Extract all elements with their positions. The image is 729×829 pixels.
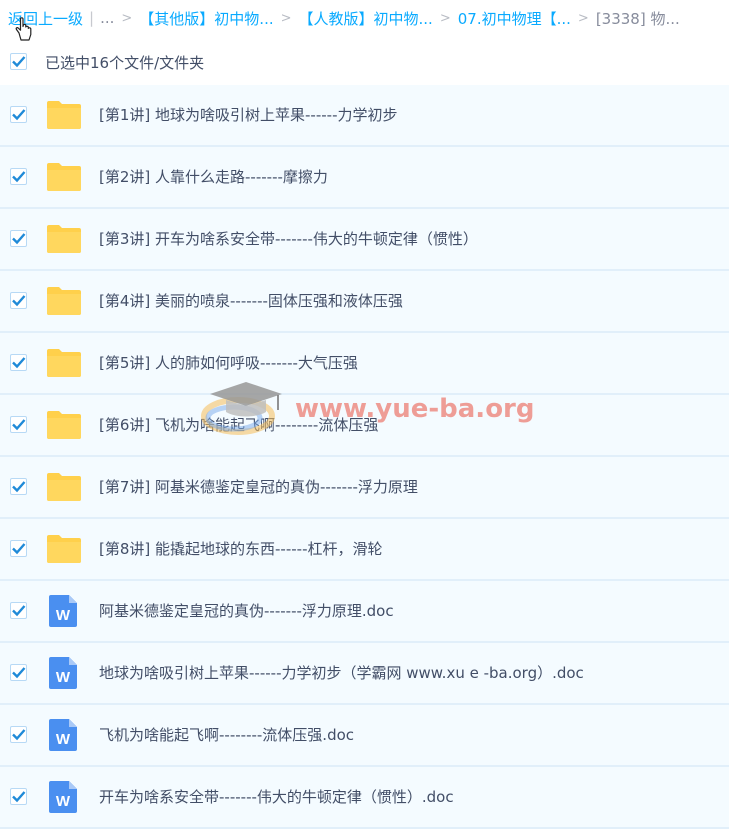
row-checkbox[interactable]	[10, 354, 27, 371]
folder-row[interactable]: [第7讲] 阿基米德鉴定皇冠的真伪-------浮力原理	[0, 457, 729, 519]
file-name[interactable]: [第5讲] 人的肺如何呼吸-------大气压强	[99, 333, 358, 393]
checkmark-icon	[12, 667, 26, 679]
row-checkbox[interactable]	[10, 168, 27, 185]
breadcrumb: 返回上一级 | ... > 【其他版】初中物... > 【人教版】初中物... …	[0, 0, 729, 36]
chevron-right-icon: >	[280, 10, 292, 26]
checkmark-icon	[12, 481, 26, 493]
select-all-bar: 已选中16个文件/文件夹	[0, 42, 729, 82]
chevron-right-icon: >	[121, 10, 133, 26]
row-checkbox[interactable]	[10, 540, 27, 557]
row-checkbox[interactable]	[10, 106, 27, 123]
row-checkbox[interactable]	[10, 788, 27, 805]
row-checkbox[interactable]	[10, 416, 27, 433]
doc-letter: W	[56, 607, 71, 624]
checkmark-icon	[12, 295, 26, 307]
file-name[interactable]: 飞机为啥能起飞啊--------流体压强.doc	[99, 705, 354, 765]
folder-icon	[47, 411, 81, 439]
file-row[interactable]: W 阿基米德鉴定皇冠的真伪-------浮力原理.doc	[0, 581, 729, 643]
row-checkbox[interactable]	[10, 478, 27, 495]
file-name[interactable]: [第6讲] 飞机为啥能起飞啊--------流体压强	[99, 395, 378, 455]
folder-icon	[47, 101, 81, 129]
folder-icon	[47, 225, 81, 253]
select-all-checkbox[interactable]	[10, 53, 27, 70]
file-name[interactable]: [第1讲] 地球为啥吸引树上苹果------力学初步	[99, 85, 398, 145]
file-name[interactable]: [第4讲] 美丽的喷泉-------固体压强和液体压强	[99, 271, 403, 331]
folder-row[interactable]: [第5讲] 人的肺如何呼吸-------大气压强	[0, 333, 729, 395]
checkmark-icon	[12, 56, 26, 68]
row-checkbox[interactable]	[10, 230, 27, 247]
breadcrumb-item[interactable]: 【其他版】初中物...	[139, 8, 273, 29]
file-name[interactable]: [第8讲] 能撬起地球的东西------杠杆，滑轮	[99, 519, 383, 579]
file-name[interactable]: 阿基米德鉴定皇冠的真伪-------浮力原理.doc	[99, 581, 394, 641]
folder-icon	[47, 287, 81, 315]
checkmark-icon	[12, 171, 26, 183]
word-doc-icon: W	[49, 657, 77, 689]
folder-row[interactable]: [第3讲] 开车为啥系安全带-------伟大的牛顿定律（惯性）	[0, 209, 729, 271]
chevron-right-icon: >	[439, 10, 451, 26]
hand-cursor-icon	[15, 17, 32, 41]
checkmark-icon	[12, 357, 26, 369]
folder-row[interactable]: [第8讲] 能撬起地球的东西------杠杆，滑轮	[0, 519, 729, 581]
selection-count-label: 已选中16个文件/文件夹	[45, 53, 205, 72]
doc-letter: W	[56, 731, 71, 748]
breadcrumb-current: [3338] 物...	[595, 9, 680, 28]
file-name[interactable]: 开车为啥系安全带-------伟大的牛顿定律（惯性）.doc	[99, 767, 454, 827]
checkmark-icon	[12, 543, 26, 555]
file-row[interactable]: W 开车为啥系安全带-------伟大的牛顿定律（惯性）.doc	[0, 767, 729, 829]
breadcrumb-ellipsis[interactable]: ...	[100, 9, 114, 27]
breadcrumb-divider: |	[89, 9, 95, 27]
folder-row[interactable]: [第4讲] 美丽的喷泉-------固体压强和液体压强	[0, 271, 729, 333]
row-checkbox[interactable]	[10, 726, 27, 743]
breadcrumb-item[interactable]: 07.初中物理【...	[458, 8, 571, 29]
folder-icon	[47, 535, 81, 563]
checkmark-icon	[12, 791, 26, 803]
folder-icon	[47, 473, 81, 501]
file-name[interactable]: [第2讲] 人靠什么走路-------摩擦力	[99, 147, 328, 207]
file-list: [第1讲] 地球为啥吸引树上苹果------力学初步 [第2讲] 人靠什么走路--…	[0, 85, 729, 829]
folder-icon	[47, 349, 81, 377]
file-row[interactable]: W 飞机为啥能起飞啊--------流体压强.doc	[0, 705, 729, 767]
file-row[interactable]: W 地球为啥吸引树上苹果------力学初步（学霸网 www.xu e -ba.o…	[0, 643, 729, 705]
folder-row[interactable]: [第2讲] 人靠什么走路-------摩擦力	[0, 147, 729, 209]
checkmark-icon	[12, 233, 26, 245]
file-name[interactable]: 地球为啥吸引树上苹果------力学初步（学霸网 www.xu e -ba.or…	[99, 643, 584, 703]
breadcrumb-item[interactable]: 【人教版】初中物...	[299, 8, 433, 29]
folder-row[interactable]: [第6讲] 飞机为啥能起飞啊--------流体压强	[0, 395, 729, 457]
file-name[interactable]: [第7讲] 阿基米德鉴定皇冠的真伪-------浮力原理	[99, 457, 418, 517]
checkmark-icon	[12, 419, 26, 431]
doc-letter: W	[56, 669, 71, 686]
row-checkbox[interactable]	[10, 602, 27, 619]
word-doc-icon: W	[49, 781, 77, 813]
checkmark-icon	[12, 109, 26, 121]
file-name[interactable]: [第3讲] 开车为啥系安全带-------伟大的牛顿定律（惯性）	[99, 209, 478, 269]
chevron-right-icon: >	[577, 10, 589, 26]
checkmark-icon	[12, 729, 26, 741]
row-checkbox[interactable]	[10, 664, 27, 681]
folder-row[interactable]: [第1讲] 地球为啥吸引树上苹果------力学初步	[0, 85, 729, 147]
folder-icon	[47, 163, 81, 191]
checkmark-icon	[12, 605, 26, 617]
word-doc-icon: W	[49, 719, 77, 751]
row-checkbox[interactable]	[10, 292, 27, 309]
word-doc-icon: W	[49, 595, 77, 627]
doc-letter: W	[56, 793, 71, 810]
